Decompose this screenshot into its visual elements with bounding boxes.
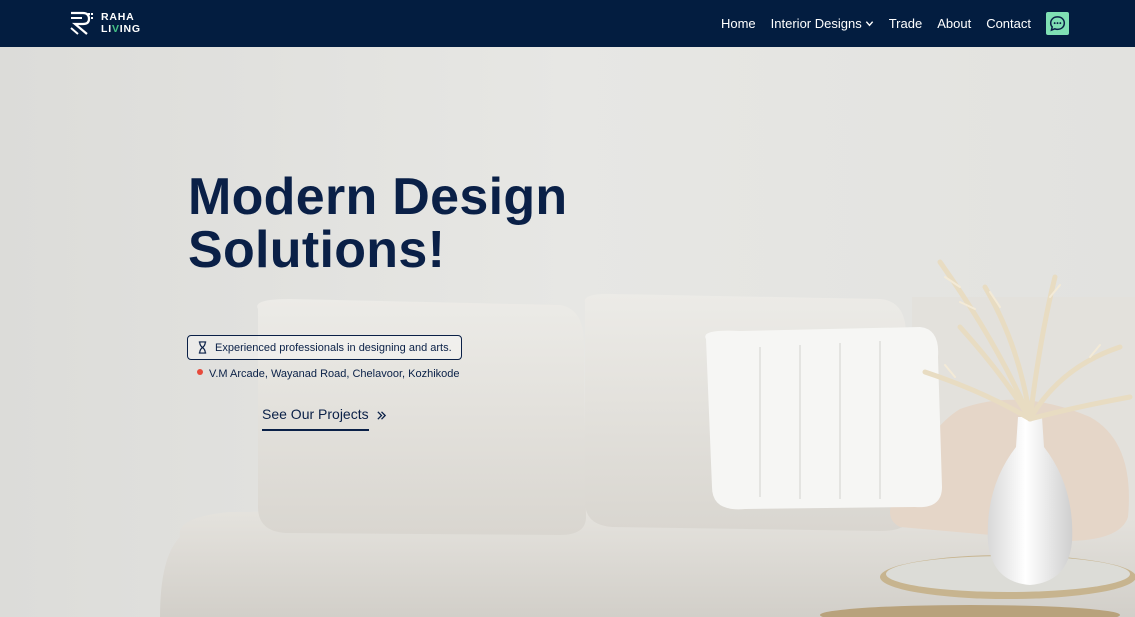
logo-mark-icon xyxy=(70,11,93,35)
nav-about[interactable]: About xyxy=(937,16,971,31)
hero-background-image xyxy=(0,47,1135,617)
address-line: V.M Arcade, Wayanad Road, Chelavoor, Koz… xyxy=(197,368,460,380)
nav-contact[interactable]: Contact xyxy=(986,16,1031,31)
hero-section: Modern Design Solutions! Experienced pro… xyxy=(0,47,1135,617)
nav-interior-designs-label: Interior Designs xyxy=(770,16,862,31)
brand-line-2: LIVING xyxy=(101,23,141,35)
chat-bubble-icon xyxy=(1049,16,1066,32)
see-our-projects-label: See Our Projects xyxy=(262,406,369,431)
nav-interior-designs[interactable]: Interior Designs xyxy=(771,16,874,31)
chat-button[interactable] xyxy=(1046,12,1069,35)
hourglass-icon xyxy=(198,341,207,354)
site-header: RAHA LIVING Home Interior Designs Trade … xyxy=(0,0,1135,47)
address-text: V.M Arcade, Wayanad Road, Chelavoor, Koz… xyxy=(209,368,460,380)
location-dot-icon xyxy=(197,369,203,375)
see-our-projects-link[interactable]: See Our Projects xyxy=(262,406,387,431)
double-chevron-right-icon xyxy=(376,410,386,420)
hero-title: Modern Design Solutions! xyxy=(188,171,708,277)
experience-badge-text: Experienced professionals in designing a… xyxy=(215,341,452,354)
brand-line-2-start: LI xyxy=(101,23,112,35)
brand-line-2-accent: V xyxy=(111,23,120,35)
nav-home[interactable]: Home xyxy=(721,16,756,31)
hero-title-line-1: Modern Design xyxy=(188,168,568,226)
nav-trade[interactable]: Trade xyxy=(889,16,922,31)
brand-logo[interactable]: RAHA LIVING xyxy=(69,10,141,36)
experience-badge: Experienced professionals in designing a… xyxy=(187,335,462,360)
chevron-down-icon xyxy=(865,21,873,27)
brand-line-2-end: ING xyxy=(119,23,141,35)
hero-title-line-2: Solutions! xyxy=(188,221,446,279)
main-nav: Home Interior Designs Trade About Contac… xyxy=(721,0,1069,47)
brand-name: RAHA LIVING xyxy=(101,11,141,35)
brand-line-1: RAHA xyxy=(101,11,135,23)
